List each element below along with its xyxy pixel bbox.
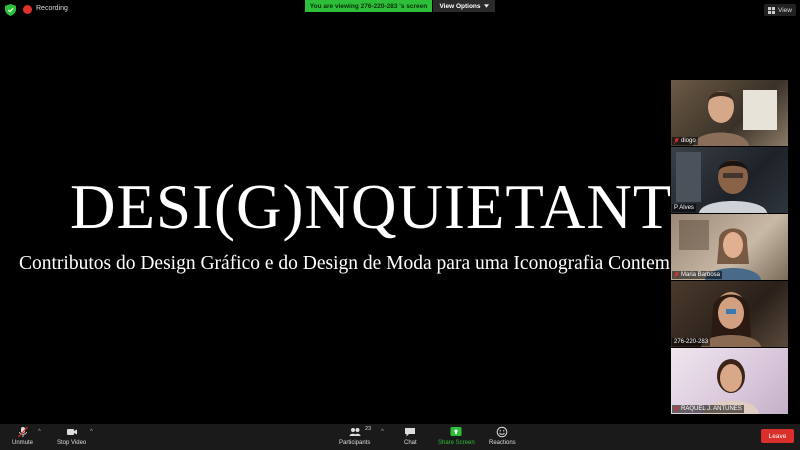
video-camera-icon bbox=[66, 429, 77, 435]
mic-muted-icon bbox=[674, 272, 679, 278]
chevron-up-icon[interactable]: ^ bbox=[381, 429, 384, 435]
participant-tile[interactable]: diogo bbox=[671, 80, 788, 146]
participant-tile[interactable]: P Alves bbox=[671, 147, 788, 213]
recording-label: Recording bbox=[36, 5, 68, 12]
participants-count: 23 bbox=[365, 426, 372, 432]
participant-tile[interactable]: RAQUEL J. ANTUNES bbox=[671, 348, 788, 414]
chat-icon bbox=[405, 428, 416, 437]
slide-subtitle: Contributos do Design Gráfico e do Desig… bbox=[19, 253, 670, 274]
shared-screen: DESI(G)NQUIETANTE Contributos do Design … bbox=[0, 20, 670, 424]
shield-icon[interactable] bbox=[5, 4, 16, 16]
share-screen-icon bbox=[450, 427, 462, 436]
participants-icon bbox=[349, 428, 361, 436]
viewing-banner: You are viewing 276-220-283 's screen bbox=[305, 0, 432, 12]
chevron-up-icon[interactable]: ^ bbox=[90, 429, 93, 435]
view-options-label: View Options bbox=[439, 2, 481, 10]
mic-muted-icon bbox=[674, 406, 679, 412]
top-bar: Recording You are viewing 276-220-283 's… bbox=[0, 0, 800, 20]
meeting-toolbar: Unmute ^ Stop Video ^ Participants 23 ^ … bbox=[0, 424, 800, 450]
participant-name: P Alves bbox=[674, 205, 694, 211]
participant-name-tag: Maria Barbosa bbox=[672, 271, 723, 279]
view-options-button[interactable]: View Options bbox=[433, 0, 495, 12]
mic-muted-icon bbox=[674, 138, 679, 144]
mic-muted-icon bbox=[17, 426, 28, 438]
stop-video-label: Stop Video bbox=[57, 440, 87, 446]
participant-name: diogo bbox=[681, 138, 696, 144]
grid-icon bbox=[768, 6, 776, 14]
chevron-up-icon[interactable]: ^ bbox=[38, 429, 41, 435]
slide-title: DESI(G)NQUIETANTE bbox=[70, 172, 670, 242]
unmute-label: Unmute bbox=[12, 440, 34, 446]
share-screen-button[interactable]: Share Screen bbox=[438, 426, 475, 446]
stop-video-button[interactable]: Stop Video bbox=[57, 426, 86, 446]
participant-tile[interactable]: Maria Barbosa bbox=[671, 214, 788, 280]
participant-name: Maria Barbosa bbox=[681, 272, 721, 278]
participants-label: Participants bbox=[339, 440, 371, 446]
chat-button[interactable]: Chat bbox=[404, 426, 417, 446]
chat-label: Chat bbox=[404, 440, 417, 446]
unmute-button[interactable]: Unmute bbox=[12, 426, 33, 446]
participant-gallery: diogo P Alves Maria Barbosa 276-220-283 … bbox=[671, 80, 788, 415]
chevron-down-icon bbox=[483, 4, 489, 8]
participant-name-tag: 276-220-283 bbox=[672, 338, 711, 346]
recording-icon bbox=[23, 5, 32, 14]
participant-name-tag: diogo bbox=[672, 137, 698, 145]
share-screen-label: Share Screen bbox=[438, 440, 475, 446]
reactions-label: Reactions bbox=[489, 440, 516, 446]
participant-name-tag: P Alves bbox=[672, 204, 696, 212]
leave-button[interactable]: Leave bbox=[761, 429, 794, 443]
participant-name-tag: RAQUEL J. ANTUNES bbox=[672, 405, 744, 413]
view-button[interactable]: View bbox=[764, 4, 796, 16]
participant-name: RAQUEL J. ANTUNES bbox=[681, 406, 742, 412]
participant-tile[interactable]: 276-220-283 bbox=[671, 281, 788, 347]
reactions-button[interactable]: Reactions bbox=[489, 426, 516, 446]
participant-name: 276-220-283 bbox=[674, 339, 709, 345]
view-label: View bbox=[778, 6, 792, 14]
smiley-icon bbox=[497, 426, 508, 438]
